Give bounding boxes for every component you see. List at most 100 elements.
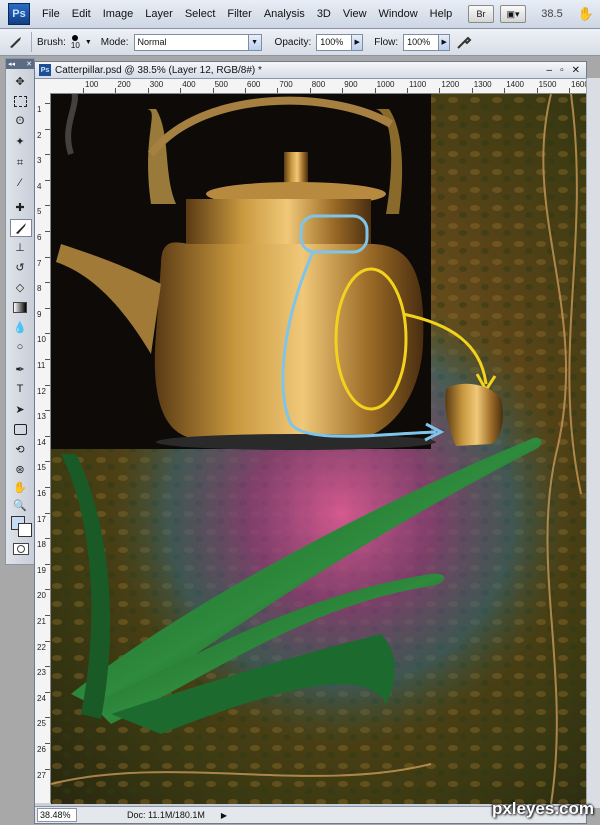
vertical-ruler[interactable]: 1 2 3 4 5 6 7 8 9 10 11 12 13 14 15 16 17 18 19 20 21 22 23 24 2…: [35, 93, 51, 803]
document-tab[interactable]: Ps Catterpillar.psd @ 38.5% (Layer 12, R…: [35, 62, 586, 79]
flow-field[interactable]: 100%: [403, 33, 440, 51]
menu-layer[interactable]: Layer: [139, 8, 179, 20]
image-canvas[interactable]: [51, 94, 586, 804]
ruler-label: 1000: [376, 80, 395, 89]
eyedropper-tool-icon[interactable]: ⁄: [10, 175, 30, 191]
ruler-label: 20: [37, 591, 46, 601]
ruler-label: 8: [37, 284, 42, 294]
flow-slider-arrow-icon[interactable]: ▶: [439, 33, 451, 51]
ruler-label: 100: [85, 80, 99, 89]
healing-brush-tool-icon[interactable]: ✚: [10, 199, 30, 215]
gradient-tool-icon[interactable]: [10, 299, 30, 315]
menu-filter[interactable]: Filter: [221, 8, 257, 20]
brush-size-picker[interactable]: 10: [71, 34, 80, 50]
document-window: Ps Catterpillar.psd @ 38.5% (Layer 12, R…: [34, 61, 587, 824]
ruler-label: 1100: [409, 80, 427, 89]
menu-window[interactable]: Window: [373, 8, 424, 20]
close-icon[interactable]: ✕: [572, 65, 580, 76]
maximize-icon[interactable]: ▫: [560, 65, 564, 76]
ruler-tick: [83, 88, 84, 93]
watermark: pxleyes.com: [491, 799, 594, 818]
ruler-tick: [45, 563, 50, 565]
menu-analysis[interactable]: Analysis: [258, 8, 311, 20]
ruler-tick: [536, 88, 538, 93]
status-zoom-field[interactable]: 38.48%: [37, 808, 77, 822]
clone-stamp-tool-icon[interactable]: ⊥: [10, 239, 30, 255]
ruler-tick: [45, 282, 50, 284]
hand-icon[interactable]: ✋: [578, 6, 594, 22]
tools-panel-header[interactable]: ◂◂ ✕: [6, 59, 34, 69]
ruler-tick: [309, 88, 311, 93]
menu-3d[interactable]: 3D: [311, 8, 337, 20]
zoom-level-field[interactable]: 38.5: [532, 8, 572, 20]
move-tool-icon[interactable]: ✥: [10, 73, 30, 89]
history-brush-tool-icon[interactable]: ↺: [10, 259, 30, 275]
mode-select[interactable]: Normal ▼: [133, 33, 262, 51]
blur-tool-icon[interactable]: 💧: [10, 319, 30, 335]
background-color-swatch[interactable]: [18, 523, 32, 537]
ruler-tick: [45, 333, 50, 335]
airbrush-icon[interactable]: [455, 33, 473, 51]
screen-mode-icon[interactable]: ▣▾: [500, 5, 526, 23]
marquee-tool-icon[interactable]: [10, 93, 30, 109]
ruler-tick: [45, 487, 50, 488]
menu-select[interactable]: Select: [179, 8, 222, 20]
ruler-tick: [45, 589, 50, 591]
3d-rotate-tool-icon[interactable]: ⟲: [10, 441, 30, 457]
path-selection-tool-icon[interactable]: ➤: [10, 401, 30, 417]
panel-dock-scrollbar[interactable]: [586, 78, 600, 808]
zoom-tool-icon[interactable]: 🔍: [10, 497, 30, 513]
minimize-icon[interactable]: –: [547, 65, 553, 76]
bridge-button[interactable]: Br: [468, 5, 494, 23]
3d-orbit-tool-icon[interactable]: ⊛: [10, 461, 30, 477]
brush-label: Brush:: [37, 36, 66, 48]
ruler-label: 1200: [441, 80, 460, 89]
menu-image[interactable]: Image: [97, 8, 140, 20]
eraser-tool-icon[interactable]: ◇: [10, 279, 30, 295]
horizontal-ruler[interactable]: 100 200 300 400 500 600 700 800 900 1000 1100 1200 1…: [50, 79, 586, 94]
ruler-tick: [45, 512, 50, 514]
ruler-label: 2: [37, 130, 42, 140]
hand-tool-icon[interactable]: ✋: [10, 479, 30, 495]
ruler-tick: [471, 88, 473, 93]
menu-edit[interactable]: Edit: [66, 8, 97, 20]
brush-picker-arrow-icon[interactable]: ▼: [85, 39, 92, 46]
opacity-slider-arrow-icon[interactable]: ▶: [352, 33, 364, 51]
ruler-label: 14: [37, 437, 46, 447]
document-title: Catterpillar.psd @ 38.5% (Layer 12, RGB/…: [55, 64, 262, 76]
ruler-tick: [45, 538, 50, 540]
ruler-tick: [45, 256, 50, 258]
ruler-tick: [45, 103, 50, 104]
quick-mask-icon[interactable]: [13, 543, 29, 555]
brush-tool-icon[interactable]: [10, 219, 32, 237]
crop-tool-icon[interactable]: ⌗: [10, 155, 30, 171]
type-tool-icon[interactable]: T: [10, 381, 30, 397]
opacity-label: Opacity:: [274, 36, 312, 48]
menu-view[interactable]: View: [337, 8, 373, 20]
ruler-label: 5: [37, 207, 42, 217]
ruler-tick: [45, 717, 50, 719]
menu-help[interactable]: Help: [424, 8, 459, 20]
ruler-label: 25: [37, 719, 46, 729]
ruler-label: 200: [117, 80, 131, 89]
ruler-origin[interactable]: [35, 79, 51, 94]
brush-tool-preset-icon[interactable]: [3, 32, 32, 52]
shape-tool-icon[interactable]: [10, 421, 30, 437]
opacity-field[interactable]: 100%: [316, 33, 353, 51]
ruler-tick: [45, 640, 50, 642]
ruler-label: 13: [37, 412, 46, 422]
mode-value: Normal: [137, 37, 167, 47]
photoshop-logo: Ps: [8, 3, 30, 25]
ruler-label: 1300: [473, 80, 492, 89]
dodge-tool-icon[interactable]: ○: [10, 339, 30, 355]
ruler-label: 6: [37, 233, 42, 242]
window-controls: – ▫ ✕: [547, 65, 587, 76]
ruler-tick: [45, 666, 50, 668]
lasso-tool-icon[interactable]: ʘ: [10, 113, 30, 129]
menu-file[interactable]: File: [36, 8, 66, 20]
ruler-tick: [180, 88, 182, 93]
pen-tool-icon[interactable]: ✒: [10, 361, 30, 377]
status-menu-arrow-icon[interactable]: ▶: [221, 811, 227, 820]
magic-wand-tool-icon[interactable]: ✦: [10, 133, 30, 149]
doc-size-info[interactable]: Doc: 11.1M/180.1M: [127, 810, 205, 820]
